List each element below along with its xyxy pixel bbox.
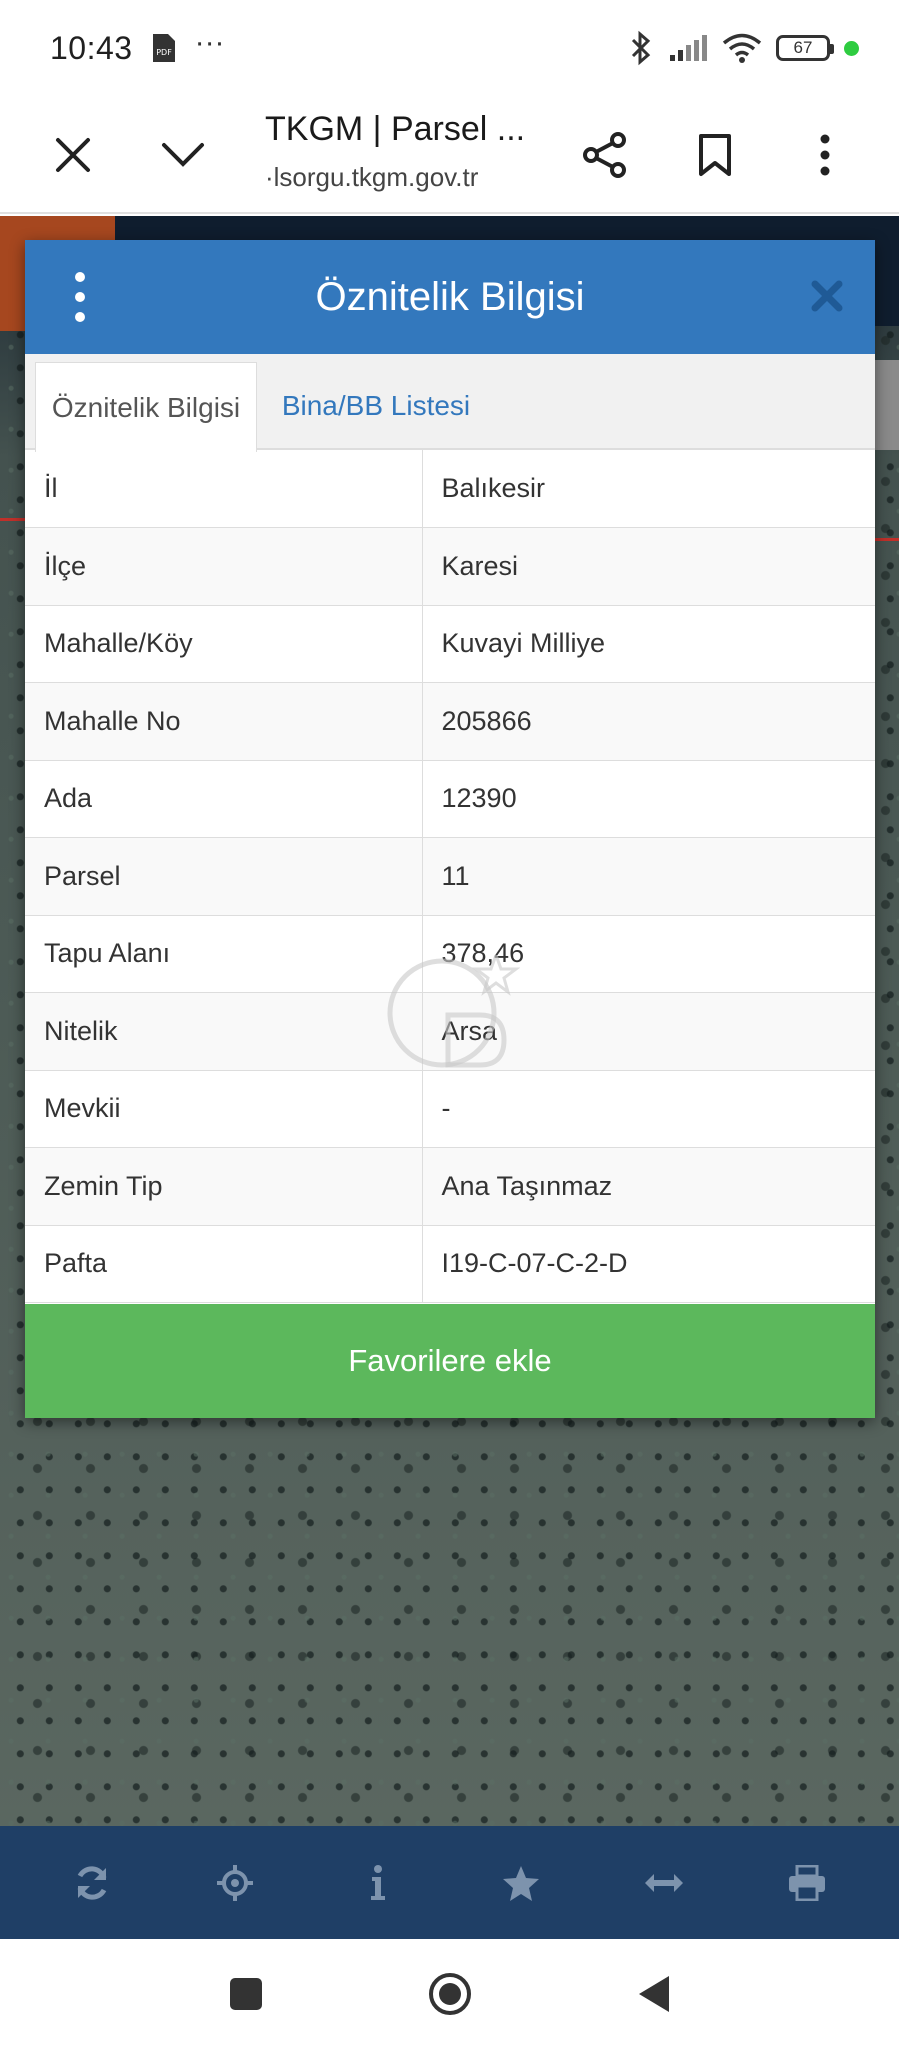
attribute-value: 12390 (422, 760, 875, 838)
attribute-key: Pafta (25, 1225, 423, 1303)
attribute-key: Nitelik (25, 992, 423, 1071)
share-icon (583, 132, 626, 178)
attribute-value: 378,46 (422, 915, 875, 993)
more-notifications-icon: ··· (194, 26, 225, 59)
attribute-value: Kuvayi Milliye (422, 605, 875, 683)
tab-attribute-info[interactable]: Öznitelik Bilgisi (35, 362, 257, 452)
table-row: Parsel 11 (25, 837, 875, 916)
measure-button[interactable] (629, 1848, 699, 1918)
page-url[interactable]: ·lsorgu.tkgm.gov.tr (265, 162, 478, 193)
refresh-icon (77, 1865, 106, 1900)
table-row: Tapu Alanı 378,46 (25, 915, 875, 993)
wifi-icon (722, 33, 762, 63)
parcel-boundary-line (871, 538, 899, 541)
table-row: İlçe Karesi (25, 527, 875, 606)
parcel-boundary-line (0, 518, 28, 521)
attribute-key: Zemin Tip (25, 1147, 423, 1226)
attribute-value: Balıkesir (422, 450, 875, 528)
attribute-key: Ada (25, 760, 423, 838)
map-toolbar (0, 1826, 899, 1939)
favorites-button[interactable] (486, 1848, 556, 1918)
bluetooth-icon (631, 30, 651, 66)
bookmark-icon (699, 134, 731, 176)
print-icon (789, 1864, 826, 1901)
measure-icon (645, 1873, 684, 1892)
attribute-table: İl Balıkesir İlçe Karesi Mahalle/Köy Kuv… (25, 450, 875, 1303)
table-row: İl Balıkesir (25, 450, 875, 528)
crosshair-icon (216, 1864, 253, 1901)
table-row: Mahalle No 205866 (25, 682, 875, 761)
attribute-value: Karesi (422, 527, 875, 606)
back-button[interactable] (627, 1967, 681, 2021)
chevron-down-icon (162, 143, 204, 167)
recents-icon (229, 1977, 262, 2010)
attribute-value: I19-C-07-C-2-D (422, 1225, 875, 1303)
battery-level: 67 (793, 38, 813, 57)
table-row: Ada 12390 (25, 760, 875, 838)
system-nav-bar (0, 1939, 899, 2048)
status-bar: 10:43 PDF ··· 67 (0, 0, 899, 96)
modal-header: Öznitelik Bilgisi (25, 240, 875, 354)
table-row: Pafta I19-C-07-C-2-D (25, 1225, 875, 1303)
modal-tabs: Öznitelik Bilgisi Bina/BB Listesi (25, 354, 875, 452)
add-to-favorites-button[interactable]: Favorilere ekle (25, 1304, 875, 1418)
share-button[interactable] (572, 122, 638, 188)
table-row: Zemin Tip Ana Taşınmaz (25, 1147, 875, 1226)
status-time: 10:43 (50, 29, 133, 66)
browser-toolbar: TKGM | Parsel ... ·lsorgu.tkgm.gov.tr (0, 96, 899, 214)
home-icon (428, 1972, 471, 2015)
attribute-key: Mahalle No (25, 682, 423, 761)
table-row: Mevkii - (25, 1070, 875, 1148)
info-button[interactable] (343, 1848, 413, 1918)
browser-menu-button[interactable] (792, 122, 858, 188)
attribute-modal: Öznitelik Bilgisi Öznitelik Bilgisi Bina… (25, 240, 875, 1418)
bookmark-button[interactable] (682, 122, 748, 188)
attribute-key: İlçe (25, 527, 423, 606)
attribute-key: Tapu Alanı (25, 915, 423, 993)
locate-button[interactable] (200, 1848, 270, 1918)
page-title: TKGM | Parsel ... (265, 110, 526, 148)
star-icon (503, 1865, 540, 1901)
table-row: Nitelik Arsa (25, 992, 875, 1071)
battery-icon: 67 (776, 35, 834, 61)
back-icon (638, 1975, 669, 2012)
recents-button[interactable] (219, 1967, 273, 2021)
attribute-key: Parsel (25, 837, 423, 916)
attribute-key: Mevkii (25, 1070, 423, 1148)
attribute-value: Arsa (422, 992, 875, 1071)
attribute-value: 205866 (422, 682, 875, 761)
attribute-key: İl (25, 450, 423, 528)
status-right: 67 (628, 30, 859, 66)
modal-menu-icon[interactable] (65, 272, 95, 322)
status-left: 10:43 PDF ··· (50, 26, 225, 67)
close-icon (56, 138, 90, 172)
attribute-value: 11 (422, 837, 875, 916)
modal-close-icon[interactable] (807, 276, 847, 316)
attribute-key: Mahalle/Köy (25, 605, 423, 683)
info-icon (370, 1864, 385, 1900)
map-scroll-handle[interactable] (875, 360, 899, 450)
home-button[interactable] (423, 1967, 477, 2021)
table-row: Mahalle/Köy Kuvayi Milliye (25, 605, 875, 683)
refresh-button[interactable] (57, 1848, 127, 1918)
pdf-badge-label: PDF (156, 48, 172, 57)
print-button[interactable] (772, 1848, 842, 1918)
tab-building-list[interactable]: Bina/BB Listesi (261, 362, 491, 450)
privacy-indicator (844, 40, 859, 56)
modal-title: Öznitelik Bilgisi (315, 274, 585, 319)
kebab-menu-icon (820, 134, 830, 176)
close-tab-button[interactable] (40, 122, 106, 188)
attribute-value: - (422, 1070, 875, 1148)
signal-icon (670, 35, 707, 61)
minimize-button[interactable] (150, 122, 216, 188)
pdf-icon: PDF (152, 34, 175, 62)
attribute-value: Ana Taşınmaz (422, 1147, 875, 1226)
